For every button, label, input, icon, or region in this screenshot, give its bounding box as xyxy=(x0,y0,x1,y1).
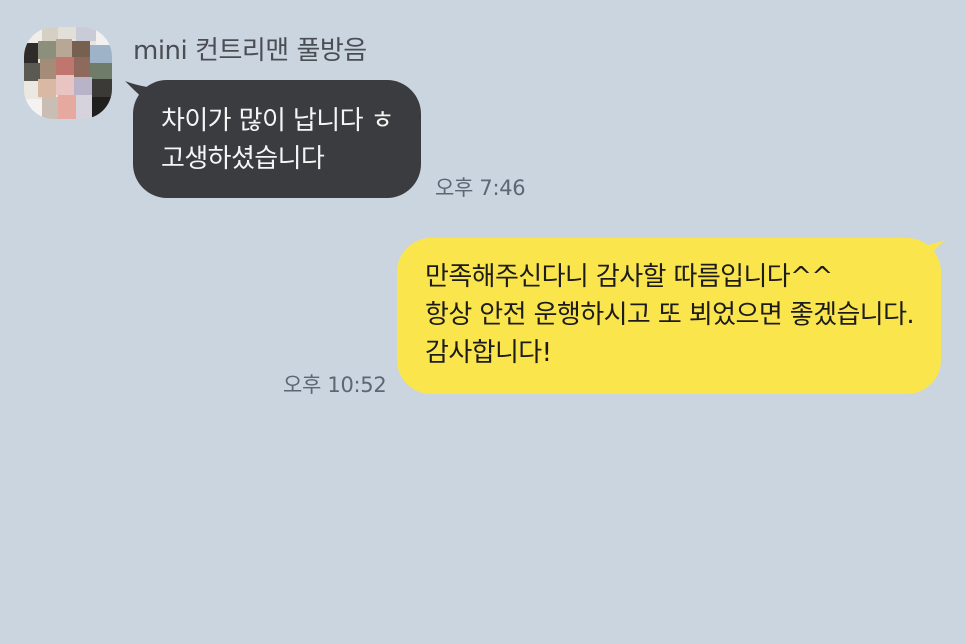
sender-avatar[interactable] xyxy=(24,27,112,119)
outgoing-message-bubble[interactable]: 만족해주신다니 감사할 따름입니다^^ 항상 안전 운행하시고 또 뵈었으면 좋… xyxy=(397,238,941,394)
avatar-image xyxy=(24,27,112,119)
outgoing-message-line: 감사합니다! xyxy=(425,338,552,368)
incoming-message-bubble[interactable]: 차이가 많이 납니다 ㅎ 고생하셨습니다 xyxy=(133,80,421,198)
sender-name: mini 컨트리맨 풀방음 xyxy=(133,36,367,66)
outgoing-message-line: 항상 안전 운행하시고 또 뵈었으면 좋겠습니다. xyxy=(425,300,915,330)
incoming-message-line: 차이가 많이 납니다 ㅎ xyxy=(161,106,394,136)
incoming-message-time: 오후 7:46 xyxy=(435,176,526,200)
outgoing-message-time: 오후 10:52 xyxy=(283,373,387,397)
outgoing-message-line: 만족해주신다니 감사할 따름입니다^^ xyxy=(425,262,833,292)
incoming-message-line: 고생하셨습니다 xyxy=(161,144,325,174)
